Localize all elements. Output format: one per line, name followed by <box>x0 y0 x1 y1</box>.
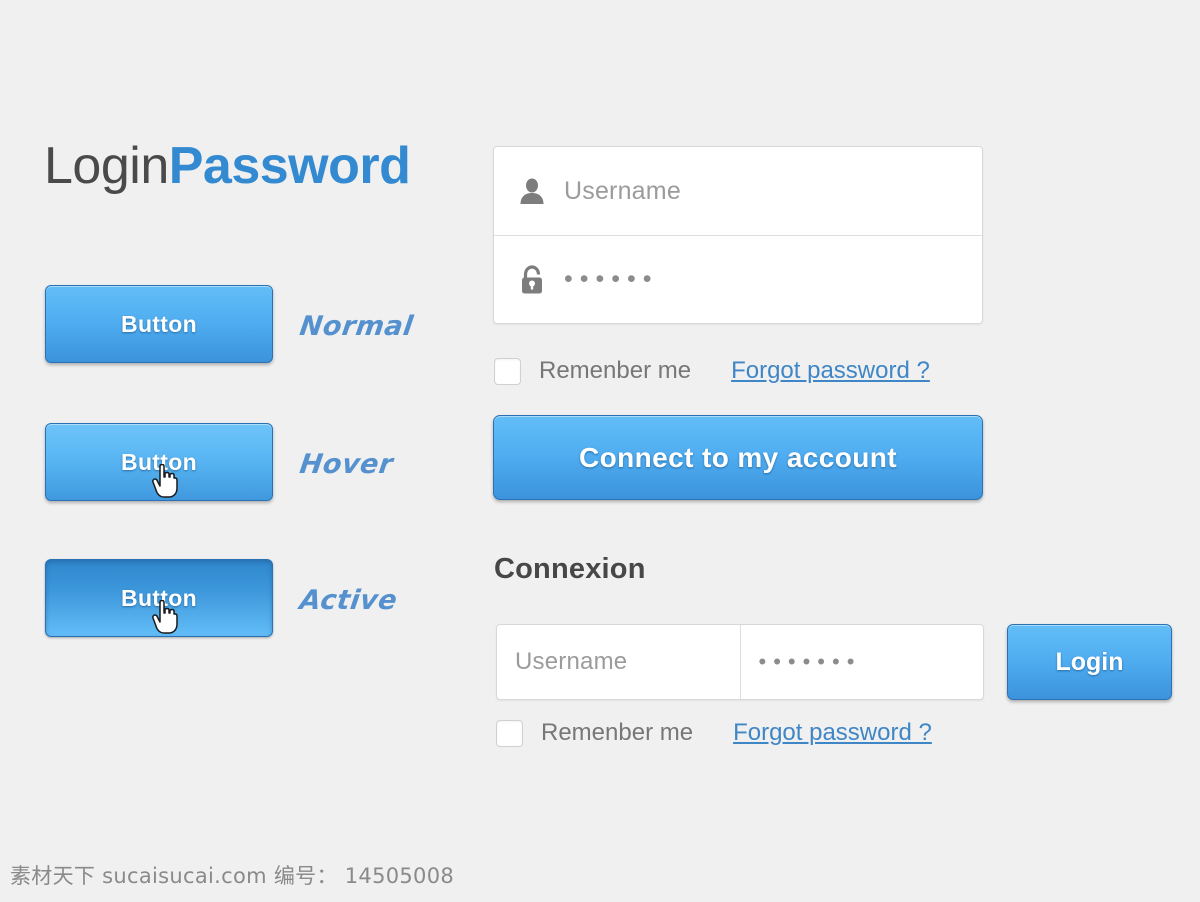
connexion-username-input[interactable]: Username <box>515 648 627 676</box>
login-form-box: Username •••••• <box>493 146 983 324</box>
remember-me-checkbox[interactable] <box>494 357 521 385</box>
username-input[interactable]: Username <box>564 177 681 206</box>
password-field-row[interactable]: •••••• <box>494 235 982 323</box>
page-title: LoginPassword <box>44 137 411 195</box>
login-button-label: Login <box>1055 647 1124 676</box>
connect-to-account-label: Connect to my account <box>579 441 897 473</box>
connexion-password-field[interactable]: ••••••• <box>739 625 984 699</box>
brand-second-word: Password <box>168 137 411 195</box>
state-label-normal: Normal <box>297 311 416 342</box>
connexion-fields-group: Username ••••••• <box>496 624 984 700</box>
connect-to-account-button[interactable]: Connect to my account <box>493 415 983 500</box>
connexion-forgot-password-link[interactable]: Forgot password ? <box>733 719 932 747</box>
button-state-row-active: Button Active <box>45 559 465 641</box>
demo-button-normal-label: Button <box>121 310 197 337</box>
connexion-options-row: Remenber me Forgot password ? <box>496 719 932 747</box>
forgot-password-link[interactable]: Forgot password ? <box>731 357 930 385</box>
connexion-heading: Connexion <box>494 553 646 585</box>
user-icon <box>518 177 564 205</box>
demo-button-hover-label: Button <box>121 448 197 475</box>
state-label-active: Active <box>297 585 400 616</box>
connexion-password-input[interactable]: ••••••• <box>759 649 862 675</box>
connexion-remember-me-label: Remenber me <box>541 719 694 746</box>
demo-button-active-label: Button <box>121 584 197 611</box>
demo-button-active[interactable]: Button <box>45 559 273 637</box>
connexion-username-field[interactable]: Username <box>497 625 740 699</box>
login-options-row: Remenber me Forgot password ? <box>494 357 930 385</box>
button-state-row-normal: Button Normal <box>45 285 465 367</box>
demo-button-hover[interactable]: Button <box>45 423 273 501</box>
brand-first-word: Login <box>44 137 169 195</box>
password-input[interactable]: •••••• <box>564 265 659 294</box>
lock-icon <box>518 264 564 295</box>
login-button[interactable]: Login <box>1007 624 1172 700</box>
button-state-row-hover: Button Hover <box>45 423 465 505</box>
connexion-remember-me-checkbox[interactable] <box>496 719 523 747</box>
demo-button-normal[interactable]: Button <box>45 285 273 363</box>
connexion-inline-form: Username ••••••• Login <box>496 624 1172 700</box>
username-field-row[interactable]: Username <box>494 147 982 235</box>
remember-me-label: Remenber me <box>539 357 692 384</box>
watermark-text: 素材天下 sucaisucai.com 编号： 14505008 <box>10 864 455 888</box>
state-label-hover: Hover <box>297 449 396 480</box>
